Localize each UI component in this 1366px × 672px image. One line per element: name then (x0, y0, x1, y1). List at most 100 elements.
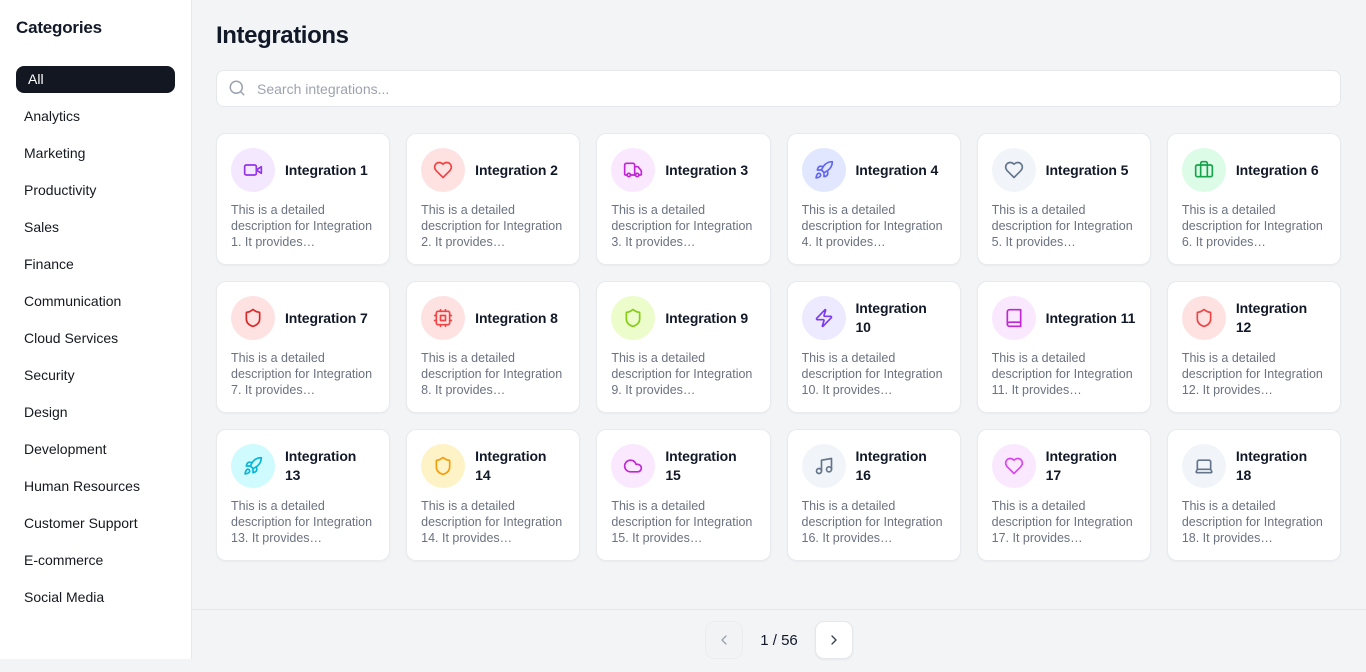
integration-description: This is a detailed description for Integ… (611, 350, 755, 398)
truck-icon (611, 148, 655, 192)
sidebar-item-sales[interactable]: Sales (16, 214, 175, 241)
rocket-icon (231, 444, 275, 488)
briefcase-icon (1182, 148, 1226, 192)
shield-icon (231, 296, 275, 340)
integration-title: Integration 12 (1236, 299, 1326, 337)
integration-description: This is a detailed description for Integ… (1182, 498, 1326, 546)
integration-title: Integration 2 (475, 161, 558, 180)
sidebar-item-all[interactable]: All (16, 66, 175, 93)
sidebar-item-productivity[interactable]: Productivity (16, 177, 175, 204)
zap-icon (802, 296, 846, 340)
integration-description: This is a detailed description for Integ… (231, 202, 375, 250)
integrations-grid: Integration 1 This is a detailed descrip… (216, 133, 1341, 561)
sidebar-nav: All Analytics Marketing Productivity Sales Fi… (16, 66, 175, 611)
cpu-icon (421, 296, 465, 340)
integration-description: This is a detailed description for Integ… (421, 202, 565, 250)
page-indicator: 1 / 56 (757, 632, 801, 649)
integration-title: Integration 3 (665, 161, 748, 180)
integration-card[interactable]: Integration 6 This is a detailed descrip… (1167, 133, 1341, 265)
integration-title: Integration 13 (285, 447, 375, 485)
integration-card[interactable]: Integration 14 This is a detailed descri… (406, 429, 580, 561)
integration-title: Integration 16 (856, 447, 946, 485)
sidebar-item-design[interactable]: Design (16, 399, 175, 426)
integration-description: This is a detailed description for Integ… (992, 498, 1136, 546)
integration-card[interactable]: Integration 8 This is a detailed descrip… (406, 281, 580, 413)
video-icon (231, 148, 275, 192)
shield-icon (611, 296, 655, 340)
page-title: Integrations (216, 22, 1341, 50)
integration-title: Integration 9 (665, 309, 748, 328)
integration-title: Integration 17 (1046, 447, 1136, 485)
integration-card[interactable]: Integration 7 This is a detailed descrip… (216, 281, 390, 413)
sidebar-item-social-media[interactable]: Social Media (16, 584, 175, 611)
prev-page-button[interactable] (705, 621, 743, 659)
integration-description: This is a detailed description for Integ… (992, 350, 1136, 398)
integration-title: Integration 1 (285, 161, 368, 180)
integrations-page: Integrations Integration 1 This is a det… (192, 0, 1366, 659)
search-bar (216, 70, 1341, 107)
integration-description: This is a detailed description for Integ… (611, 498, 755, 546)
integration-title: Integration 10 (856, 299, 946, 337)
sidebar-item-e-commerce[interactable]: E-commerce (16, 547, 175, 574)
integration-card[interactable]: Integration 1 This is a detailed descrip… (216, 133, 390, 265)
sidebar-item-finance[interactable]: Finance (16, 251, 175, 278)
integration-card[interactable]: Integration 13 This is a detailed descri… (216, 429, 390, 561)
integration-title: Integration 6 (1236, 161, 1319, 180)
integration-card[interactable]: Integration 4 This is a detailed descrip… (787, 133, 961, 265)
search-icon (228, 79, 246, 97)
integration-title: Integration 15 (665, 447, 755, 485)
categories-sidebar: Categories All Analytics Marketing Producti… (0, 0, 192, 659)
integration-description: This is a detailed description for Integ… (611, 202, 755, 250)
heart-icon (992, 444, 1036, 488)
integration-description: This is a detailed description for Integ… (231, 498, 375, 546)
sidebar-item-customer-support[interactable]: Customer Support (16, 510, 175, 537)
integration-card[interactable]: Integration 9 This is a detailed descrip… (596, 281, 770, 413)
integration-title: Integration 14 (475, 447, 565, 485)
chevron-right-icon (826, 632, 842, 648)
integration-card[interactable]: Integration 15 This is a detailed descri… (596, 429, 770, 561)
laptop-icon (1182, 444, 1226, 488)
heart-icon (992, 148, 1036, 192)
heart-icon (421, 148, 465, 192)
integration-card[interactable]: Integration 2 This is a detailed descrip… (406, 133, 580, 265)
book-icon (992, 296, 1036, 340)
integration-card[interactable]: Integration 16 This is a detailed descri… (787, 429, 961, 561)
rocket-icon (802, 148, 846, 192)
integration-title: Integration 7 (285, 309, 368, 328)
sidebar-item-security[interactable]: Security (16, 362, 175, 389)
sidebar-title: Categories (16, 18, 175, 38)
sidebar-item-human-resources[interactable]: Human Resources (16, 473, 175, 500)
sidebar-item-communication[interactable]: Communication (16, 288, 175, 315)
integration-description: This is a detailed description for Integ… (802, 202, 946, 250)
integration-description: This is a detailed description for Integ… (802, 498, 946, 546)
integration-card[interactable]: Integration 3 This is a detailed descrip… (596, 133, 770, 265)
shield-icon (421, 444, 465, 488)
integration-title: Integration 8 (475, 309, 558, 328)
music-icon (802, 444, 846, 488)
integration-title: Integration 18 (1236, 447, 1326, 485)
cloud-icon (611, 444, 655, 488)
chevron-left-icon (716, 632, 732, 648)
pagination: 1 / 56 (192, 609, 1366, 672)
sidebar-item-development[interactable]: Development (16, 436, 175, 463)
integration-card[interactable]: Integration 5 This is a detailed descrip… (977, 133, 1151, 265)
integration-description: This is a detailed description for Integ… (992, 202, 1136, 250)
integration-card[interactable]: Integration 11 This is a detailed descri… (977, 281, 1151, 413)
integration-description: This is a detailed description for Integ… (231, 350, 375, 398)
integration-description: This is a detailed description for Integ… (421, 350, 565, 398)
integration-title: Integration 5 (1046, 161, 1129, 180)
sidebar-item-marketing[interactable]: Marketing (16, 140, 175, 167)
integration-description: This is a detailed description for Integ… (1182, 350, 1326, 398)
integration-title: Integration 11 (1046, 309, 1136, 328)
sidebar-item-analytics[interactable]: Analytics (16, 103, 175, 130)
search-input[interactable] (216, 70, 1341, 107)
integration-card[interactable]: Integration 12 This is a detailed descri… (1167, 281, 1341, 413)
integration-card[interactable]: Integration 17 This is a detailed descri… (977, 429, 1151, 561)
integration-description: This is a detailed description for Integ… (802, 350, 946, 398)
integration-title: Integration 4 (856, 161, 939, 180)
integration-card[interactable]: Integration 18 This is a detailed descri… (1167, 429, 1341, 561)
integration-description: This is a detailed description for Integ… (1182, 202, 1326, 250)
sidebar-item-cloud-services[interactable]: Cloud Services (16, 325, 175, 352)
next-page-button[interactable] (815, 621, 853, 659)
integration-card[interactable]: Integration 10 This is a detailed descri… (787, 281, 961, 413)
